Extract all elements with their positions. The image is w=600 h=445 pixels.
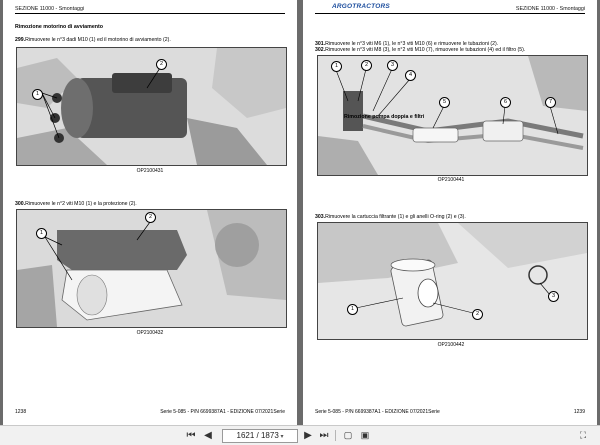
right-page: ARGOTRACTORS SEZIONE 11000 - Smontaggi 3… [303, 0, 597, 425]
page-footer: Serie 5-085 - P/N 6699387A1 - EDIZIONE 0… [160, 409, 285, 415]
figure-caption: OP2100442 [437, 342, 465, 348]
step-302: 302.Rimuovere le n°3 viti M8 (3), le n°2… [315, 47, 525, 53]
callout-2: 2 [156, 59, 167, 70]
step-299: 299.Rimuovere le n°3 dadi M10 (1) ed il … [15, 37, 171, 43]
fullscreen-icon[interactable]: ⛶ [576, 429, 590, 442]
step-text: Rimuovere la cartuccia filtrante (1) e g… [325, 214, 466, 220]
step-text: Rimuovere le n°2 viti M10 (1) e la prote… [25, 201, 137, 207]
divider [335, 430, 336, 441]
figure-caption: OP2100441 [437, 177, 465, 183]
callout-1: 1 [331, 61, 342, 72]
header-rule [315, 13, 585, 14]
figure-protection: 1 2 [16, 209, 287, 328]
callout-4: 4 [405, 70, 416, 81]
page-number: 1238 [15, 409, 27, 415]
figure-pump-filters: 1 2 3 4 5 6 7 Rimozione pompa doppia e f… [317, 55, 588, 176]
callout-7: 7 [545, 97, 556, 108]
step-number: 302. [315, 47, 326, 53]
page-indicator[interactable]: 1621 / 1873 ▾ [222, 429, 298, 443]
callout-2: 2 [472, 309, 483, 320]
step-text: Rimuovere le n°3 dadi M10 (1) ed il moto… [25, 37, 171, 43]
page-indicator-text: 1621 / 1873 [236, 431, 279, 440]
figure-starter-motor: 1 2 [16, 47, 287, 166]
skip-last-icon[interactable]: ⏭ [317, 429, 331, 442]
callout-3: 3 [548, 291, 559, 302]
step-300: 300.Rimuovere le n°2 viti M10 (1) e la p… [15, 201, 137, 207]
step-number: 299. [15, 37, 26, 43]
skip-first-icon[interactable]: ⏮ [184, 429, 198, 442]
single-page-view-icon[interactable]: ▢ [341, 429, 355, 442]
step-number: 303. [315, 214, 326, 220]
figure-filter-cartridge: 1 2 3 [317, 222, 588, 340]
page-header: SEZIONE 11000 - Smontaggi [15, 6, 85, 12]
page-number: 1239 [573, 409, 585, 415]
next-icon[interactable]: ▶ [302, 429, 314, 442]
callout-1: 1 [32, 89, 43, 100]
figure-caption: OP2100432 [136, 330, 164, 336]
page-footer: Serie 5-085 - P/N 6699387A1 - EDIZIONE 0… [315, 409, 440, 415]
callout-6: 6 [500, 97, 511, 108]
figure-caption: OP2100431 [136, 168, 164, 174]
step-number: 300. [15, 201, 26, 207]
callout-2: 2 [361, 60, 372, 71]
two-page-view-icon[interactable]: ▣ [358, 429, 372, 442]
section-title: Rimozione pompa doppia e filtri [344, 114, 425, 120]
step-text: Rimuovere le n°3 viti M8 (3), le n°2 vit… [325, 47, 526, 53]
callout-5: 5 [439, 97, 450, 108]
viewer-toolbar: ⏮ ◀ 1621 / 1873 ▾ ▶ ⏭ ▢ ▣ ⛶ [0, 425, 600, 445]
callout-2: 2 [145, 212, 156, 223]
figure-illustration [17, 210, 286, 327]
callout-3: 3 [387, 60, 398, 71]
header-rule [15, 13, 285, 14]
callout-1: 1 [36, 228, 47, 239]
page-header: SEZIONE 11000 - Smontaggi [515, 6, 585, 12]
left-page: SEZIONE 11000 - Smontaggi Rimozione moto… [3, 0, 297, 425]
section-title: Rimozione motorino di avviamento [15, 24, 103, 30]
step-303: 303.Rimuovere la cartuccia filtrante (1)… [315, 214, 466, 220]
figure-illustration [17, 48, 286, 165]
callout-1: 1 [347, 304, 358, 315]
previous-icon[interactable]: ◀ [202, 429, 214, 442]
brand-logo: ARGOTRACTORS [332, 3, 390, 10]
figure-illustration [318, 223, 587, 339]
